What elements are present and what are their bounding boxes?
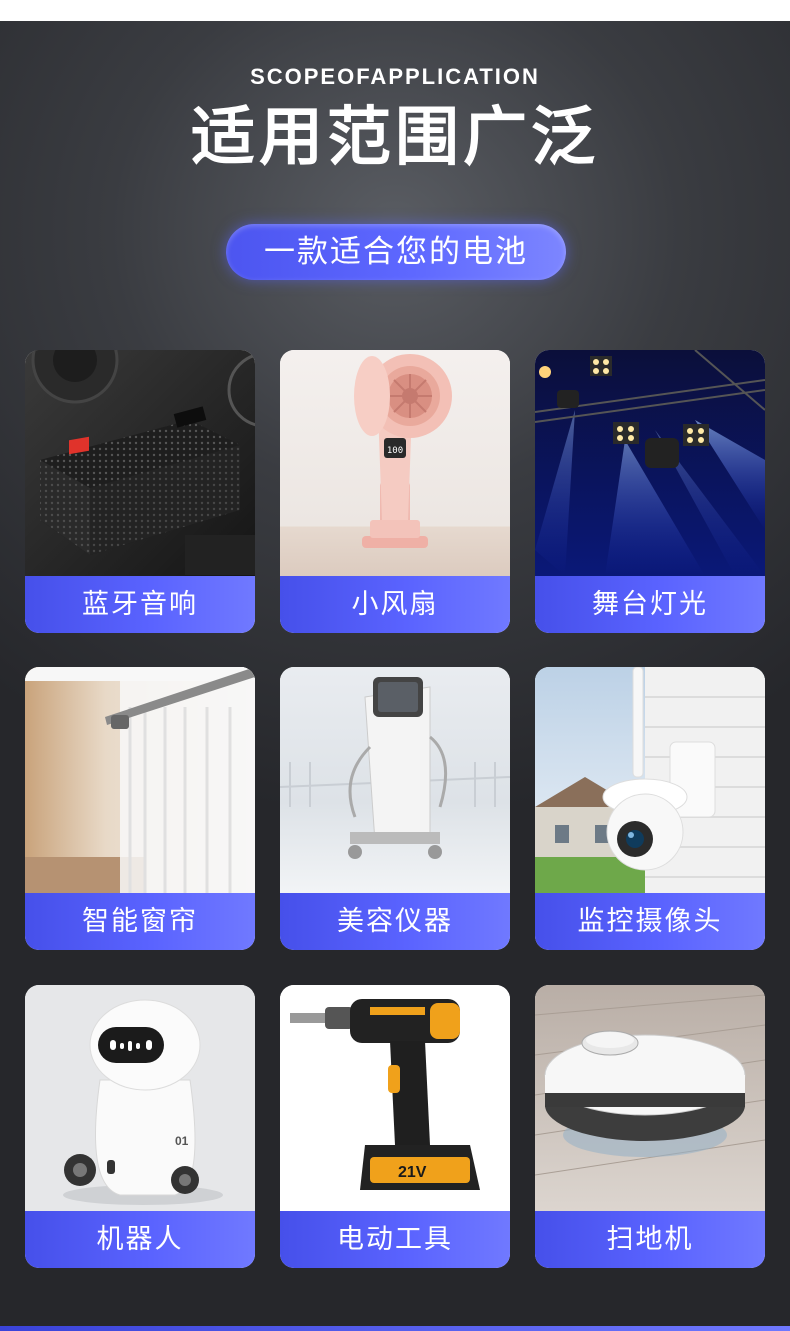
card-label: 电动工具 xyxy=(280,1211,510,1268)
card-label: 机器人 xyxy=(25,1211,255,1268)
card-security-camera[interactable]: 监控摄像头 xyxy=(535,667,765,950)
svg-text:100: 100 xyxy=(387,446,403,456)
card-label: 扫地机 xyxy=(535,1211,765,1268)
subtitle-pill: 一款适合您的电池 xyxy=(226,224,566,280)
beauty-device-image xyxy=(280,667,510,893)
battery-voltage-label: 21V xyxy=(398,1164,427,1181)
card-power-drill[interactable]: 21V 电动工具 xyxy=(280,985,510,1268)
card-robot-vacuum[interactable]: 扫地机 xyxy=(535,985,765,1268)
card-robot[interactable]: 01 机器人 xyxy=(25,985,255,1268)
section-title: 适用范围广泛 xyxy=(191,101,599,175)
card-beauty-device[interactable]: 美容仪器 xyxy=(280,667,510,950)
card-bluetooth-speaker[interactable]: 蓝牙音响 xyxy=(25,350,255,633)
card-handheld-fan[interactable]: 100 小风扇 xyxy=(280,350,510,633)
handheld-fan-image: 100 xyxy=(280,350,510,576)
bluetooth-speaker-image xyxy=(25,350,255,576)
security-camera-image xyxy=(535,667,765,893)
robot-image: 01 xyxy=(25,985,255,1211)
robot-vacuum-image xyxy=(535,985,765,1211)
card-label: 监控摄像头 xyxy=(535,893,765,950)
bottom-accent-bar xyxy=(0,1326,790,1331)
card-label: 舞台灯光 xyxy=(535,576,765,633)
svg-text:01: 01 xyxy=(175,1134,189,1148)
card-label: 小风扇 xyxy=(280,576,510,633)
card-label: 美容仪器 xyxy=(280,893,510,950)
power-drill-image: 21V xyxy=(280,985,510,1211)
smart-curtain-image xyxy=(25,667,255,893)
card-label: 智能窗帘 xyxy=(25,893,255,950)
card-smart-curtain[interactable]: 智能窗帘 xyxy=(25,667,255,950)
card-label: 蓝牙音响 xyxy=(25,576,255,633)
card-stage-lights[interactable]: 舞台灯光 xyxy=(535,350,765,633)
stage-lights-image xyxy=(535,350,765,576)
section-eyebrow: SCOPEOFAPPLICATION xyxy=(250,64,540,89)
